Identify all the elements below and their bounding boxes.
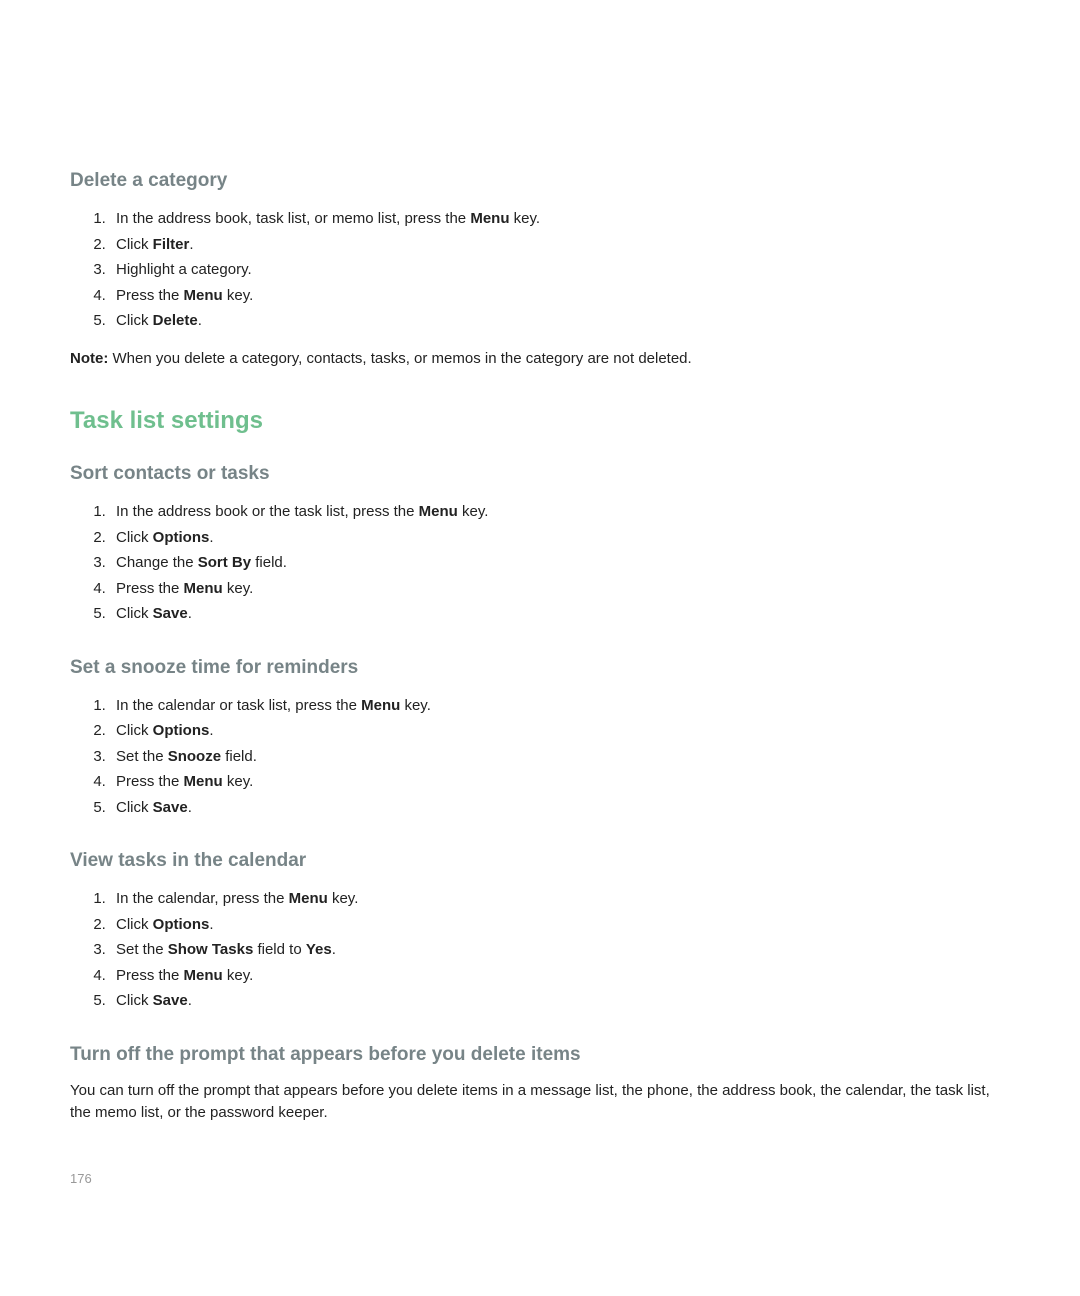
step: Press the Menu key. — [110, 963, 1010, 989]
steps-snooze: In the calendar or task list, press the … — [70, 693, 1010, 821]
step: In the calendar, press the Menu key. — [110, 886, 1010, 912]
page: Delete a category In the address book, t… — [0, 0, 1080, 1296]
step: In the address book, task list, or memo … — [110, 206, 1010, 232]
step: Set the Snooze field. — [110, 744, 1010, 770]
body-turn-off-prompt: You can turn off the prompt that appears… — [70, 1080, 1010, 1124]
step: Press the Menu key. — [110, 283, 1010, 309]
step: Click Save. — [110, 795, 1010, 821]
heading-task-list-settings: Task list settings — [70, 407, 1010, 435]
page-number: 176 — [70, 1171, 92, 1186]
step: Set the Show Tasks field to Yes. — [110, 937, 1010, 963]
heading-turn-off-prompt: Turn off the prompt that appears before … — [70, 1044, 1010, 1066]
section-delete-category: Delete a category In the address book, t… — [70, 170, 1010, 369]
step: Press the Menu key. — [110, 576, 1010, 602]
section-sort-contacts: Sort contacts or tasks In the address bo… — [70, 463, 1010, 627]
step: Press the Menu key. — [110, 769, 1010, 795]
step: Click Delete. — [110, 308, 1010, 334]
step: Click Save. — [110, 601, 1010, 627]
step: Click Options. — [110, 525, 1010, 551]
step: Highlight a category. — [110, 257, 1010, 283]
heading-delete-category: Delete a category — [70, 170, 1010, 192]
step: Click Save. — [110, 988, 1010, 1014]
section-turn-off-prompt: Turn off the prompt that appears before … — [70, 1044, 1010, 1124]
step: Click Filter. — [110, 232, 1010, 258]
step: Click Options. — [110, 912, 1010, 938]
section-snooze: Set a snooze time for reminders In the c… — [70, 657, 1010, 821]
heading-sort-contacts: Sort contacts or tasks — [70, 463, 1010, 485]
heading-view-tasks: View tasks in the calendar — [70, 850, 1010, 872]
note-delete-category: Note: When you delete a category, contac… — [70, 348, 1010, 370]
step: Click Options. — [110, 718, 1010, 744]
step: In the address book or the task list, pr… — [110, 499, 1010, 525]
heading-snooze: Set a snooze time for reminders — [70, 657, 1010, 679]
steps-delete-category: In the address book, task list, or memo … — [70, 206, 1010, 334]
section-view-tasks: View tasks in the calendar In the calend… — [70, 850, 1010, 1014]
step: Change the Sort By field. — [110, 550, 1010, 576]
steps-sort-contacts: In the address book or the task list, pr… — [70, 499, 1010, 627]
step: In the calendar or task list, press the … — [110, 693, 1010, 719]
steps-view-tasks: In the calendar, press the Menu key. Cli… — [70, 886, 1010, 1014]
